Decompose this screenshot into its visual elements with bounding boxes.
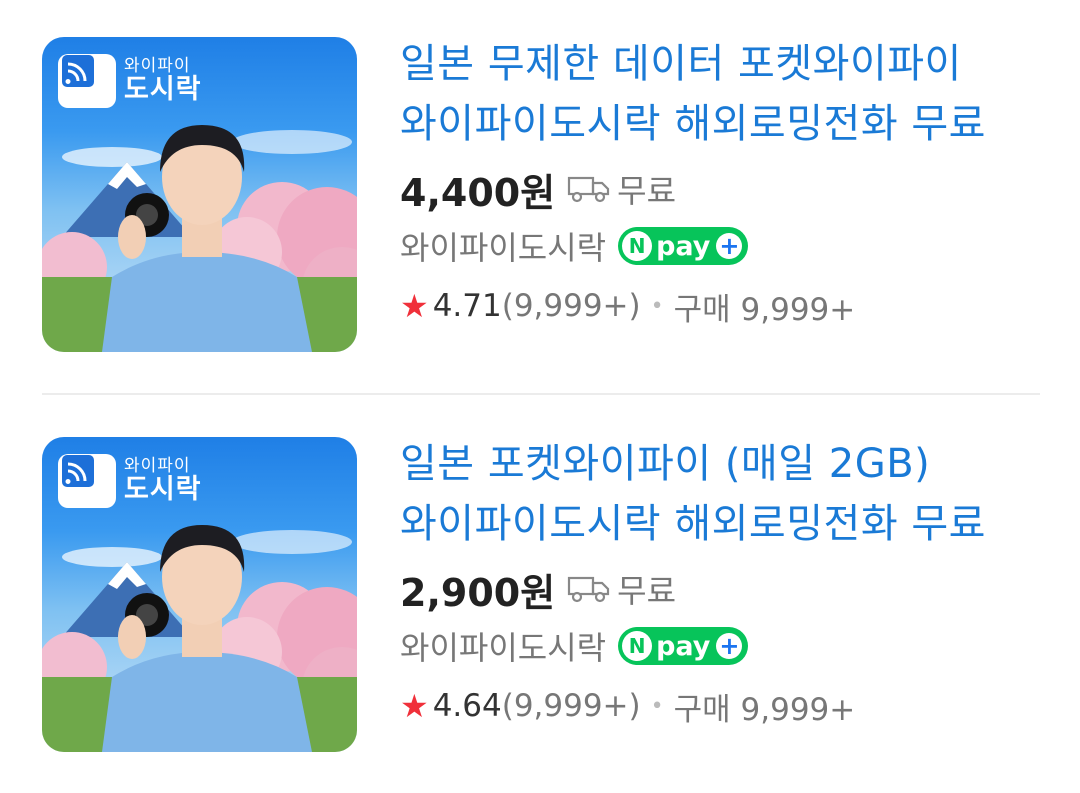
npay-plus-badge: N pay +	[618, 227, 749, 265]
plus-icon: +	[716, 232, 743, 260]
shipping-label: 무료	[617, 172, 677, 210]
npay-plus-badge: N pay +	[618, 627, 749, 665]
product-card[interactable]: 와이파이 도시락 일본 무제한 데이터 포켓와이파이 와이파이도시락 해외로밍전…	[0, 0, 1080, 360]
star-icon: ★	[400, 287, 429, 325]
star-icon: ★	[400, 687, 429, 725]
purchase-count: 구매 9,999+	[673, 291, 856, 328]
rating-value: 4.64	[432, 688, 502, 724]
brand-logo: 와이파이 도시락	[58, 451, 202, 511]
wifi-icon	[58, 454, 116, 508]
separator-dot: •	[650, 693, 664, 719]
logo-line2: 도시락	[124, 473, 202, 505]
product-thumbnail[interactable]: 와이파이 도시락	[42, 37, 357, 352]
product-card[interactable]: 와이파이 도시락 일본 포켓와이파이 (매일 2GB) 와이파이도시락 해외로밍…	[0, 400, 1080, 760]
product-title-text[interactable]: 일본 포켓와이파이 (매일 2GB) 와이파이도시락 해외로밍전화 무료	[400, 434, 1040, 554]
product-title[interactable]: 일본 포켓와이파이 (매일 2GB) 와이파이도시락 해외로밍전화 무료	[400, 434, 1040, 554]
product-price: 2,900원	[400, 570, 556, 615]
review-count[interactable]: (9,999+)	[502, 288, 641, 324]
product-title-text[interactable]: 일본 무제한 데이터 포켓와이파이 와이파이도시락 해외로밍전화 무료	[400, 34, 1040, 154]
product-thumbnail[interactable]: 와이파이 도시락	[42, 437, 357, 752]
truck-icon	[567, 574, 611, 604]
npay-text: pay	[656, 630, 711, 662]
separator-dot: •	[650, 293, 664, 319]
npay-n-icon: N	[622, 231, 653, 261]
truck-icon	[567, 174, 611, 204]
seller-name[interactable]: 와이파이도시락	[400, 623, 606, 669]
brand-logo: 와이파이 도시락	[58, 51, 202, 111]
plus-icon: +	[716, 632, 743, 660]
review-count[interactable]: (9,999+)	[502, 688, 641, 724]
wifi-icon	[58, 54, 116, 108]
seller-name[interactable]: 와이파이도시락	[400, 223, 606, 269]
shipping-label: 무료	[617, 572, 677, 610]
purchase-count: 구매 9,999+	[673, 691, 856, 728]
divider	[42, 393, 1040, 395]
logo-line2: 도시락	[124, 73, 202, 105]
rating-value: 4.71	[432, 288, 502, 324]
product-title[interactable]: 일본 무제한 데이터 포켓와이파이 와이파이도시락 해외로밍전화 무료	[400, 34, 1040, 154]
npay-text: pay	[656, 230, 711, 262]
npay-n-icon: N	[622, 631, 653, 661]
product-price: 4,400원	[400, 170, 556, 215]
